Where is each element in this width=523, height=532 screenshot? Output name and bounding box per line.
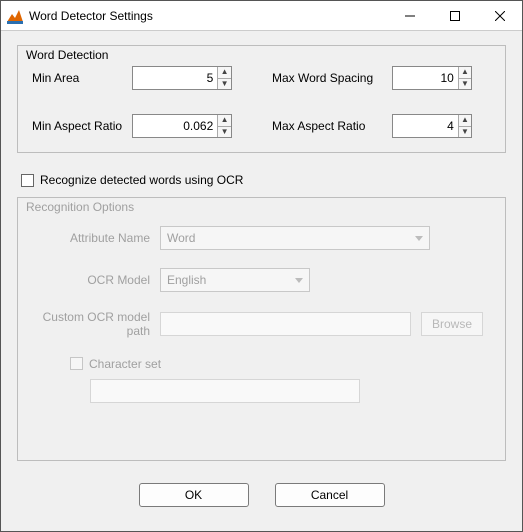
attribute-name-label: Attribute Name: [40, 231, 150, 245]
character-set-input[interactable]: [90, 379, 360, 403]
cancel-button[interactable]: Cancel: [275, 483, 385, 507]
browse-label: Browse: [432, 317, 472, 331]
recognition-options-group: Recognition Options Attribute Name Word …: [17, 197, 506, 461]
ok-button[interactable]: OK: [139, 483, 249, 507]
min-aspect-ratio-down-icon[interactable]: ▼: [218, 127, 231, 138]
attribute-name-dropdown[interactable]: Word: [160, 226, 430, 250]
window-title: Word Detector Settings: [29, 9, 387, 23]
max-word-spacing-label: Max Word Spacing: [272, 71, 392, 85]
browse-button[interactable]: Browse: [421, 312, 483, 336]
max-word-spacing-up-icon[interactable]: ▲: [459, 67, 471, 79]
recognition-options-legend: Recognition Options: [24, 200, 136, 214]
settings-window: Word Detector Settings Word Detection Mi…: [0, 0, 523, 532]
min-area-label: Min Area: [32, 71, 132, 85]
min-aspect-ratio-input[interactable]: [133, 115, 217, 137]
character-set-label: Character set: [89, 357, 161, 371]
chevron-down-icon: [295, 278, 303, 283]
close-button[interactable]: [477, 1, 522, 30]
chevron-down-icon: [415, 236, 423, 241]
attribute-name-value: Word: [167, 231, 195, 245]
min-area-down-icon[interactable]: ▼: [218, 79, 231, 90]
maximize-button[interactable]: [432, 1, 477, 30]
max-word-spacing-down-icon[interactable]: ▼: [459, 79, 471, 90]
app-icon: [7, 8, 23, 24]
max-word-spacing-spinner[interactable]: ▲ ▼: [392, 66, 472, 90]
ocr-model-label: OCR Model: [40, 273, 150, 287]
min-area-up-icon[interactable]: ▲: [218, 67, 231, 79]
ocr-enable-label: Recognize detected words using OCR: [40, 173, 243, 187]
character-set-checkbox[interactable]: [70, 357, 83, 370]
ocr-enable-row: Recognize detected words using OCR: [21, 173, 506, 187]
max-aspect-ratio-spinner[interactable]: ▲ ▼: [392, 114, 472, 138]
word-detection-group: Word Detection Min Area ▲ ▼ Max Word Spa…: [17, 45, 506, 153]
ocr-model-value: English: [167, 273, 206, 287]
custom-ocr-path-label: Custom OCR model path: [40, 310, 150, 339]
word-detection-legend: Word Detection: [24, 48, 110, 62]
ok-label: OK: [185, 488, 202, 502]
min-aspect-ratio-spinner[interactable]: ▲ ▼: [132, 114, 232, 138]
titlebar: Word Detector Settings: [1, 1, 522, 31]
window-controls: [387, 1, 522, 30]
max-aspect-ratio-down-icon[interactable]: ▼: [459, 127, 471, 138]
min-aspect-ratio-label: Min Aspect Ratio: [32, 119, 132, 133]
max-word-spacing-input[interactable]: [393, 67, 458, 89]
min-area-input[interactable]: [133, 67, 217, 89]
max-aspect-ratio-up-icon[interactable]: ▲: [459, 115, 471, 127]
min-aspect-ratio-up-icon[interactable]: ▲: [218, 115, 231, 127]
footer: OK Cancel: [17, 475, 506, 521]
minimize-button[interactable]: [387, 1, 432, 30]
ocr-enable-checkbox[interactable]: [21, 174, 34, 187]
cancel-label: Cancel: [311, 488, 348, 502]
max-aspect-ratio-label: Max Aspect Ratio: [272, 119, 392, 133]
max-aspect-ratio-input[interactable]: [393, 115, 458, 137]
custom-ocr-path-input[interactable]: [160, 312, 411, 336]
ocr-model-dropdown[interactable]: English: [160, 268, 310, 292]
content-area: Word Detection Min Area ▲ ▼ Max Word Spa…: [1, 31, 522, 531]
min-area-spinner[interactable]: ▲ ▼: [132, 66, 232, 90]
